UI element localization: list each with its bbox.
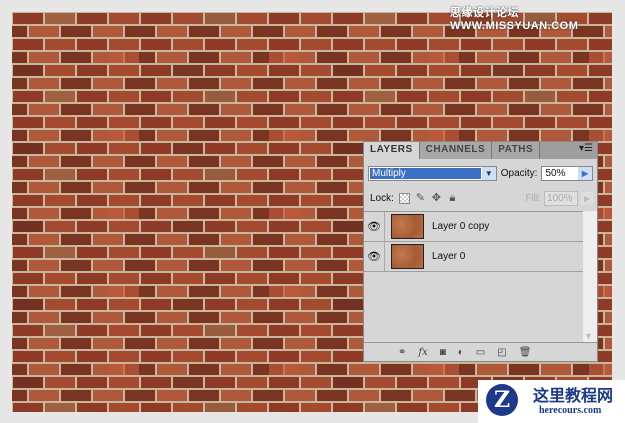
fill-input[interactable]: 100% [544, 190, 578, 206]
layer-mask-icon[interactable]: ◙ [440, 347, 446, 358]
panel-bottom-toolbar: ⚭ fx ◙ ◐ ▭ ◰ 🗑︎ [364, 342, 597, 361]
logo-chinese-text: 这里教程网 [533, 388, 614, 405]
tab-layers[interactable]: LAYERS [364, 142, 420, 159]
opacity-input[interactable]: 50% ▶ [541, 166, 593, 181]
lock-all-icon[interactable]: 🔒︎ [447, 192, 458, 204]
new-layer-icon[interactable]: ◰ [497, 347, 506, 358]
layers-list: 👁︎ Layer 0 copy 👁︎ Layer 0 [364, 211, 583, 344]
site-logo: Z 这里教程网 herecours.com [478, 380, 625, 423]
layer-row[interactable]: 👁︎ Layer 0 copy [364, 212, 583, 242]
layer-thumbnail [391, 244, 424, 269]
blend-mode-select[interactable]: Multiply ▼ [368, 166, 497, 181]
lock-move-icon[interactable]: ✥ [431, 192, 442, 204]
tab-channels[interactable]: CHANNELS [419, 142, 493, 159]
layers-scrollbar[interactable]: ▼ [583, 211, 597, 343]
eye-icon[interactable]: 👁︎ [364, 242, 385, 271]
fx-icon[interactable]: fx [418, 347, 427, 358]
tab-paths[interactable]: PATHS [492, 142, 541, 159]
adjustment-layer-icon[interactable]: ◐ [458, 347, 464, 358]
chevron-down-icon: ▼ [481, 167, 496, 180]
lock-brush-icon[interactable]: ✎ [415, 192, 426, 204]
eye-icon[interactable]: 👁︎ [364, 212, 385, 241]
trash-icon[interactable]: 🗑︎ [519, 347, 532, 358]
layer-row[interactable]: 👁︎ Layer 0 [364, 242, 583, 272]
blend-mode-value: Multiply [370, 168, 481, 179]
lock-label: Lock: [370, 192, 394, 204]
panel-tabs: LAYERS CHANNELS PATHS ▾☰ [364, 142, 597, 159]
new-group-icon[interactable]: ▭ [476, 347, 485, 358]
logo-domain-text: herecours.com [539, 405, 602, 416]
scroll-down-icon[interactable]: ▼ [584, 331, 593, 341]
panel-menu-icon[interactable]: ▾☰ [579, 143, 593, 154]
fill-label: Fill: [525, 192, 541, 204]
layer-name: Layer 0 copy [432, 221, 490, 232]
opacity-value: 50% [545, 168, 566, 179]
fill-slider-arrow-icon[interactable]: ▶ [581, 191, 593, 205]
opacity-slider-arrow-icon[interactable]: ▶ [578, 167, 592, 180]
opacity-label: Opacity: [500, 168, 538, 179]
watermark-text: 思缘设计论坛 WWW.MISSYUAN.COM [450, 7, 579, 32]
layer-thumbnail [391, 214, 424, 239]
logo-z-icon: Z [486, 384, 518, 416]
lock-transparency-icon[interactable] [398, 192, 410, 204]
layers-panel: LAYERS CHANNELS PATHS ▾☰ Multiply ▼ Opac… [363, 141, 598, 362]
link-layers-icon[interactable]: ⚭ [398, 347, 406, 358]
layer-name: Layer 0 [432, 251, 466, 262]
